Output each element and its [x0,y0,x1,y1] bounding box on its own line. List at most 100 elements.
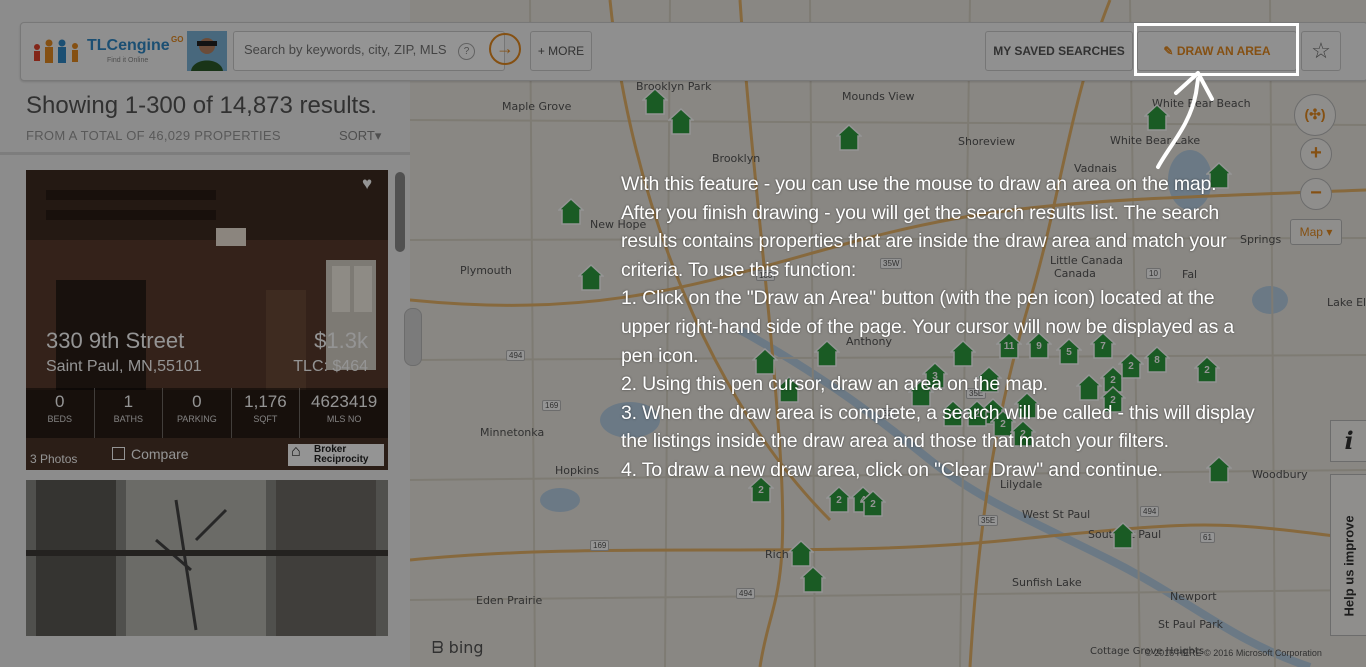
place-label: Canada [1054,267,1096,280]
stat-mls: 4623419 MLS NO [300,388,388,438]
listing-pin[interactable]: 11 [996,332,1022,360]
help-icon[interactable]: ? [458,43,475,60]
place-label: Little Canada [1050,254,1123,267]
listing-pin[interactable]: 5 [1056,338,1082,366]
sidebar-scrollbar[interactable] [395,172,405,252]
pencil-icon: ✎ [1163,44,1174,58]
place-label: Anthony [846,335,892,348]
search-input[interactable] [242,41,451,58]
highway-shield: 494 [736,588,756,599]
listing-pin[interactable]: 7 [1090,332,1116,360]
listing-pin[interactable] [908,380,934,408]
stat-label: PARKING [176,414,217,424]
listing-pin[interactable] [578,264,604,292]
listing-pin[interactable]: 8 [1144,346,1170,374]
stat-value: 0 [55,392,65,411]
listing-pin[interactable]: 2 [964,400,990,428]
listing-pin[interactable] [1110,522,1136,550]
zoom-out-button[interactable]: − [1300,178,1332,210]
draw-area-button[interactable]: ✎ DRAW AN AREA [1137,31,1297,71]
listing-pin[interactable] [1076,374,1102,402]
pin-count: 2 [974,409,980,420]
pin-count: 8 [1154,355,1160,366]
photo-count[interactable]: 3 Photos [30,452,77,466]
bing-icon: ᗷ [432,638,444,657]
stat-value: 0 [192,392,202,411]
sort-button[interactable]: SORT▾ [339,128,381,144]
listing-pin[interactable] [1206,162,1232,190]
favorites-star-button[interactable]: ☆ [1301,31,1341,71]
splitter-handle[interactable] [404,308,422,366]
house-pin-icon [836,124,862,151]
compare-toggle[interactable]: Compare [112,446,189,462]
highway-shield: 494 [1140,506,1160,517]
listing-pin[interactable]: 4 [940,400,966,428]
logo-tagline: Find it Online [107,57,149,64]
zoom-out-label: − [1310,182,1322,204]
listing-pin[interactable] [950,340,976,368]
listing-pin[interactable] [558,198,584,226]
saved-searches-button[interactable]: MY SAVED SEARCHES [985,31,1133,71]
place-label: Hopkins [555,464,600,477]
info-button[interactable]: i [1330,420,1366,462]
place-label: Rich [765,548,789,561]
house-pin-icon [668,108,694,135]
results-subtitle: FROM A TOTAL OF 46,029 PROPERTIES [26,128,281,143]
zoom-in-button[interactable]: + [1300,138,1332,170]
place-label: Lake Elm [1327,296,1366,309]
listing-pin[interactable]: 9 [1026,332,1052,360]
feedback-tab[interactable]: Help us improve [1330,474,1366,636]
pin-count: 2 [1110,395,1116,406]
compare-checkbox[interactable] [112,447,125,460]
house-pin-icon [1076,374,1102,401]
logo-sup: GO [171,35,184,44]
listing-pin[interactable]: 2 [826,486,852,514]
listing-pin[interactable] [1206,456,1232,484]
place-label: Maple Grove [502,100,572,113]
listing-card[interactable]: ♥ 330 9th Street Saint Paul, MN,55101 $1… [26,170,388,470]
house-pin-icon [1206,162,1232,189]
stat-value: 4623419 [311,392,378,411]
listing-pin[interactable]: 2 [1100,386,1126,414]
highway-shield: 52 [880,408,895,419]
listing-pin[interactable] [814,340,840,368]
house-pin-icon [908,380,934,407]
place-label: Eden Prairie [476,594,543,607]
pin-count: 9 [1036,341,1042,352]
listing-pin[interactable] [976,366,1002,394]
listing-pin[interactable] [668,108,694,136]
listing-pin[interactable]: 2 [860,490,886,518]
house-pin-icon [800,566,826,593]
listing-pin[interactable] [1144,104,1170,132]
listing-photo[interactable] [26,480,388,636]
more-filters-button[interactable]: + MORE [530,31,592,71]
listing-pin[interactable]: 2 [1010,420,1036,448]
agent-avatar[interactable] [187,31,227,71]
listing-pin[interactable] [1014,392,1040,420]
house-icon: ⌂ [291,443,301,460]
listing-pin[interactable] [800,566,826,594]
map-attribution: © 2016 HERE © 2016 Microsoft Corporation [1145,648,1322,658]
stat-value: 1,176 [244,392,287,411]
listing-pin[interactable]: 2 [748,476,774,504]
favorite-heart-icon[interactable]: ♥ [362,174,372,194]
listing-card[interactable] [26,480,388,636]
pin-count: 11 [1003,341,1015,352]
listing-tlc-cost: TLC: $464 [293,358,368,375]
map-type-select[interactable]: Map ▾ [1290,219,1342,245]
highway-shield: 35W [880,258,903,269]
listing-pin[interactable] [788,540,814,568]
pin-count: 2 [1128,361,1134,372]
pan-control[interactable]: (✣) [1294,94,1336,136]
search-go-button[interactable]: → [489,33,521,65]
listing-pin[interactable] [642,88,668,116]
listing-pin[interactable] [776,376,802,404]
logo-text: TLCengine [87,37,170,54]
map[interactable]: Maple Grove Brooklyn Park Mounds View Wh… [410,0,1366,667]
listing-price: $1.3k [314,328,368,353]
listing-pin[interactable]: 2 [1118,352,1144,380]
pin-count: 2 [758,485,764,496]
listing-pin[interactable] [836,124,862,152]
listing-pin[interactable] [752,348,778,376]
listing-pin[interactable]: 2 [1194,356,1220,384]
